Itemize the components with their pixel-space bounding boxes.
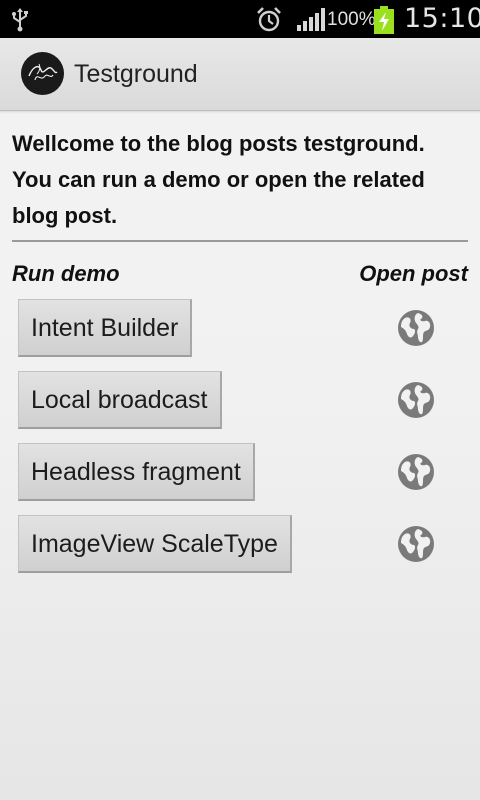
signal-icon <box>297 8 325 31</box>
welcome-text: Wellcome to the blog posts testground. Y… <box>12 131 425 228</box>
local-broadcast-button[interactable]: Local broadcast <box>18 371 222 429</box>
run-demo-heading: Run demo <box>12 261 120 286</box>
status-bar: 100% 15:10 <box>0 0 480 38</box>
globe-icon[interactable] <box>396 452 436 492</box>
usb-icon <box>12 8 28 32</box>
divider <box>12 240 468 242</box>
action-bar: Testground <box>0 38 480 111</box>
alarm-icon <box>257 7 281 32</box>
app-title: Testground <box>74 60 198 88</box>
globe-icon[interactable] <box>396 380 436 420</box>
globe-icon[interactable] <box>396 524 436 564</box>
imageview-scaletype-button[interactable]: ImageView ScaleType <box>18 515 292 573</box>
clock: 15:10 <box>404 3 480 34</box>
headless-fragment-button[interactable]: Headless fragment <box>18 443 255 501</box>
intent-builder-button[interactable]: Intent Builder <box>18 299 193 357</box>
battery-charging-icon <box>374 6 394 34</box>
open-post-heading: Open post <box>359 261 468 286</box>
globe-icon[interactable] <box>396 308 436 348</box>
app-logo-icon[interactable] <box>21 52 64 95</box>
battery-percent: 100% <box>327 9 376 30</box>
